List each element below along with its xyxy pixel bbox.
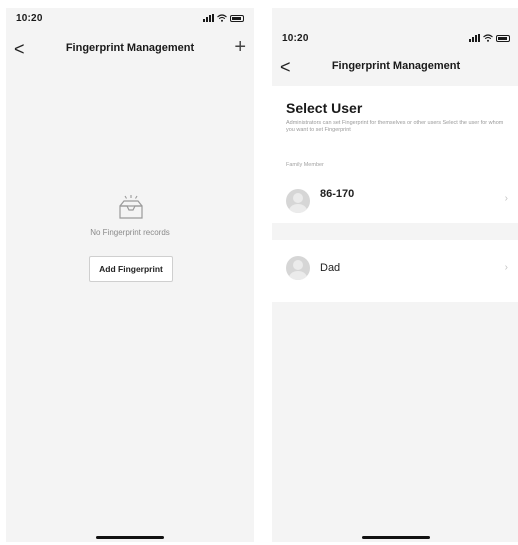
nav-bar: < Fingerprint Management: [272, 56, 518, 80]
family-member-label: Family Member: [286, 162, 324, 168]
select-user-title: Select User: [286, 100, 363, 116]
select-user-screen: 10:20 < Fingerprint Management Select Us…: [272, 8, 518, 542]
nav-bar: < Fingerprint Management +: [6, 36, 254, 62]
user-row-86-170[interactable]: 86-170 ›: [272, 179, 518, 223]
user-name: 86-170: [320, 188, 355, 200]
home-indicator: [96, 536, 164, 539]
status-bar: 10:20: [6, 8, 254, 30]
home-indicator: [362, 536, 430, 539]
status-time: 10:20: [282, 33, 309, 44]
signal-icon: [203, 14, 214, 22]
empty-tray-icon: [119, 195, 143, 219]
chevron-right-icon: ›: [504, 193, 508, 204]
add-fingerprint-button[interactable]: Add Fingerprint: [89, 256, 173, 282]
fingerprint-empty-screen: 10:20 < Fingerprint Management + No Fing…: [6, 8, 254, 542]
avatar-icon: [286, 256, 310, 280]
status-icons: [469, 34, 510, 42]
chevron-right-icon: ›: [504, 262, 508, 273]
battery-icon: [496, 34, 510, 42]
user-name: Dad: [320, 262, 341, 274]
user-row-dad[interactable]: Dad ›: [272, 240, 518, 302]
status-time: 10:20: [16, 13, 43, 24]
add-icon[interactable]: +: [234, 36, 246, 59]
battery-icon: [230, 14, 244, 22]
page-title: Fingerprint Management: [65, 42, 195, 54]
status-icons: [203, 14, 244, 22]
status-bar: 10:20: [272, 28, 518, 50]
wifi-icon: [217, 14, 227, 22]
page-title: Fingerprint Management: [331, 60, 461, 72]
avatar-icon: [286, 189, 310, 213]
wifi-icon: [483, 34, 493, 42]
select-user-description: Administrators can set Fingerprint for t…: [286, 120, 504, 133]
empty-message: No Fingerprint records: [90, 228, 170, 237]
signal-icon: [469, 34, 480, 42]
